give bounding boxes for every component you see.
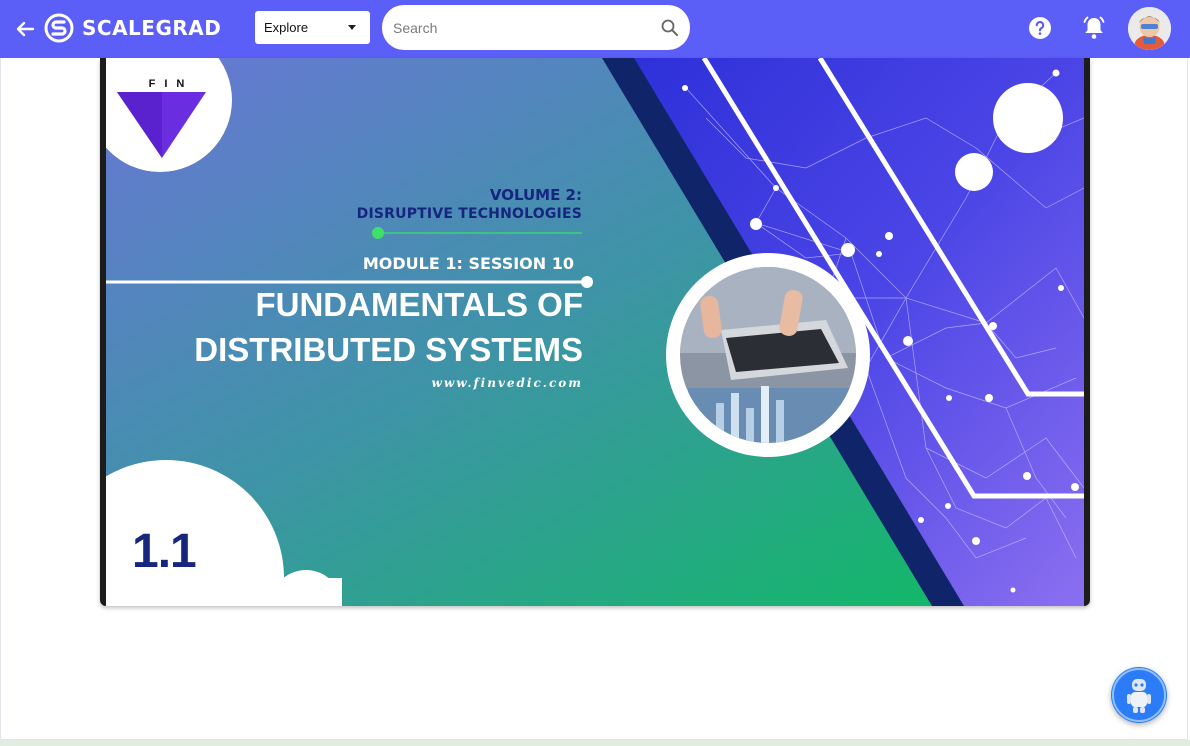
module-session: MODULE 1: SESSION 10 [362,254,574,273]
volume-subtitle: DISRUPTIVE TECHNOLOGIES [356,206,582,222]
volume-title: VOLUME 2: [489,186,582,204]
slide-number: 1.1 [132,525,197,578]
search-bar [382,5,690,50]
search-input[interactable] [391,15,645,41]
explore-dropdown[interactable]: Explore [255,11,370,44]
bell-icon[interactable] [1082,15,1106,41]
brand-name: SCALEGRAD [82,16,222,40]
slide-title-line1: FUNDAMENTALS OF [255,286,583,323]
slide-title-line2: DISTRIBUTED SYSTEMS [194,331,583,368]
back-arrow-icon[interactable] [13,17,37,41]
explore-label: Explore [264,20,309,35]
assistant-robot-icon [1112,668,1166,722]
help-icon[interactable] [1028,16,1052,40]
website-url: www.finvedic.com [431,376,583,390]
scalegrad-logo-icon [44,13,74,43]
slide-canvas: FIN VOLUME 2: DISRUPTIVE TECHNOLOGIES MO… [106,58,1084,606]
assistant-button[interactable] [1111,667,1167,723]
brand-logo[interactable]: SCALEGRAD [44,12,221,44]
bottom-strip [0,740,1190,746]
slide-viewer: FIN VOLUME 2: DISRUPTIVE TECHNOLOGIES MO… [100,58,1090,606]
logo-text: FIN [148,78,194,90]
top-bar: SCALEGRAD Explore [0,0,1190,58]
caret-down-icon [348,25,356,30]
search-icon[interactable] [660,18,680,38]
avatar[interactable] [1128,7,1171,50]
